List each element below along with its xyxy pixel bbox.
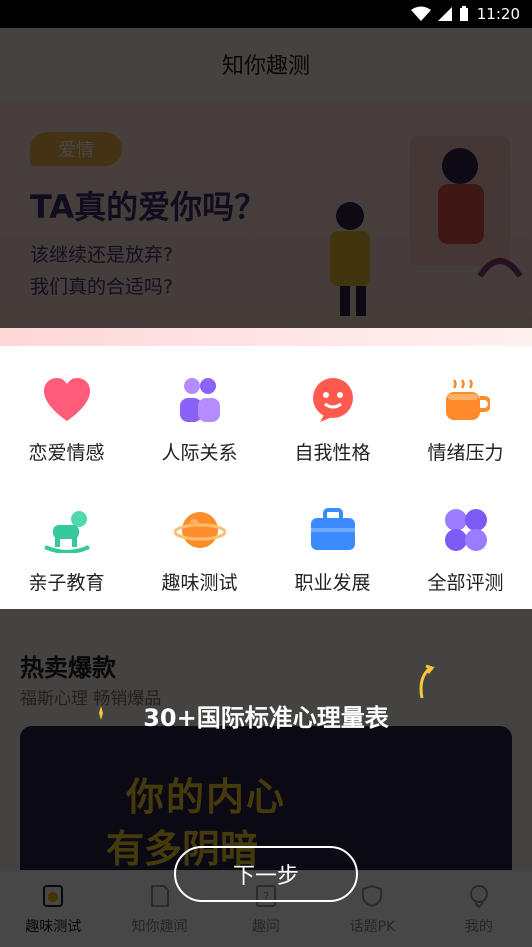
category-panel: 恋爱情感 人际关系 自我性格 情绪压力 亲子教育 趣味测试 职业发展 全部评测 bbox=[0, 328, 532, 609]
status-bar: 11:20 bbox=[0, 0, 532, 28]
category-label: 亲子教育 bbox=[28, 572, 105, 594]
people-icon bbox=[174, 374, 226, 426]
banner[interactable]: 爱情 TA真的爱你吗？ 该继续还是放弃? 我们真的合适吗? bbox=[0, 100, 532, 328]
document-icon bbox=[146, 882, 174, 910]
category-label: 人际关系 bbox=[161, 442, 238, 464]
tab-label-news: 知你趣闻 bbox=[131, 919, 188, 935]
four-petal-icon bbox=[440, 504, 492, 556]
chat-bubble-icon bbox=[307, 374, 359, 426]
tab-mine[interactable]: 我的 bbox=[426, 871, 532, 947]
quiz-icon bbox=[39, 882, 67, 910]
hot-card-line-1: 你的内心 bbox=[126, 775, 287, 819]
banner-title: TA真的爱你吗？ bbox=[30, 188, 267, 226]
category-label: 趣味测试 bbox=[161, 572, 238, 594]
app-screen: 知你趣测 爱情 TA真的爱你吗？ 该继续还是放弃? 我们真的合适吗? 热卖爆款 … bbox=[0, 28, 532, 947]
signal-icon bbox=[437, 7, 452, 21]
banner-bottom-edge bbox=[0, 328, 532, 346]
planet-icon bbox=[173, 504, 226, 556]
status-icons bbox=[410, 6, 469, 22]
guide-text: 30+国际标准心理量表 bbox=[143, 704, 389, 732]
banner-tag: 爱情 bbox=[30, 132, 122, 166]
heart-icon bbox=[41, 374, 93, 426]
category-grid: 恋爱情感 人际关系 自我性格 情绪压力 亲子教育 趣味测试 职业发展 全部评测 bbox=[0, 348, 532, 608]
tab-label-pk: 话题PK bbox=[349, 919, 396, 935]
category-label: 自我性格 bbox=[294, 442, 371, 464]
category-all[interactable]: 全部评测 bbox=[399, 478, 532, 608]
category-parenting[interactable]: 亲子教育 bbox=[0, 478, 133, 608]
tab-quiz[interactable]: 趣味测试 bbox=[0, 871, 106, 947]
tab-label-quiz: 趣味测试 bbox=[25, 919, 82, 935]
person-icon bbox=[465, 882, 493, 910]
coffee-cup-icon bbox=[440, 374, 492, 426]
category-label: 全部评测 bbox=[427, 572, 504, 594]
status-time: 11:20 bbox=[476, 5, 520, 23]
tab-label-question: 趣问 bbox=[252, 919, 281, 935]
wifi-icon bbox=[410, 6, 431, 21]
banner-subtitle-1: 该继续还是放弃? bbox=[30, 244, 174, 266]
category-stress[interactable]: 情绪压力 bbox=[399, 348, 532, 478]
category-personality[interactable]: 自我性格 bbox=[266, 348, 399, 478]
category-label: 职业发展 bbox=[294, 572, 371, 594]
next-button[interactable]: 下一步 bbox=[174, 846, 358, 902]
category-relations[interactable]: 人际关系 bbox=[133, 348, 266, 478]
category-fun[interactable]: 趣味测试 bbox=[133, 478, 266, 608]
briefcase-icon bbox=[307, 504, 359, 556]
category-label: 情绪压力 bbox=[427, 442, 504, 464]
category-career[interactable]: 职业发展 bbox=[266, 478, 399, 608]
banner-illustration bbox=[330, 136, 523, 316]
tab-label-mine: 我的 bbox=[464, 919, 493, 935]
category-love[interactable]: 恋爱情感 bbox=[0, 348, 133, 478]
banner-subtitle-2: 我们真的合适吗? bbox=[30, 276, 174, 298]
category-label: 恋爱情感 bbox=[28, 442, 105, 464]
page-title: 知你趣测 bbox=[221, 54, 310, 79]
shield-icon bbox=[358, 882, 386, 910]
arrow-up-icon bbox=[419, 664, 435, 699]
battery-icon bbox=[459, 6, 468, 21]
rocking-horse-icon bbox=[41, 504, 93, 556]
hot-title: 热卖爆款 bbox=[20, 654, 116, 682]
